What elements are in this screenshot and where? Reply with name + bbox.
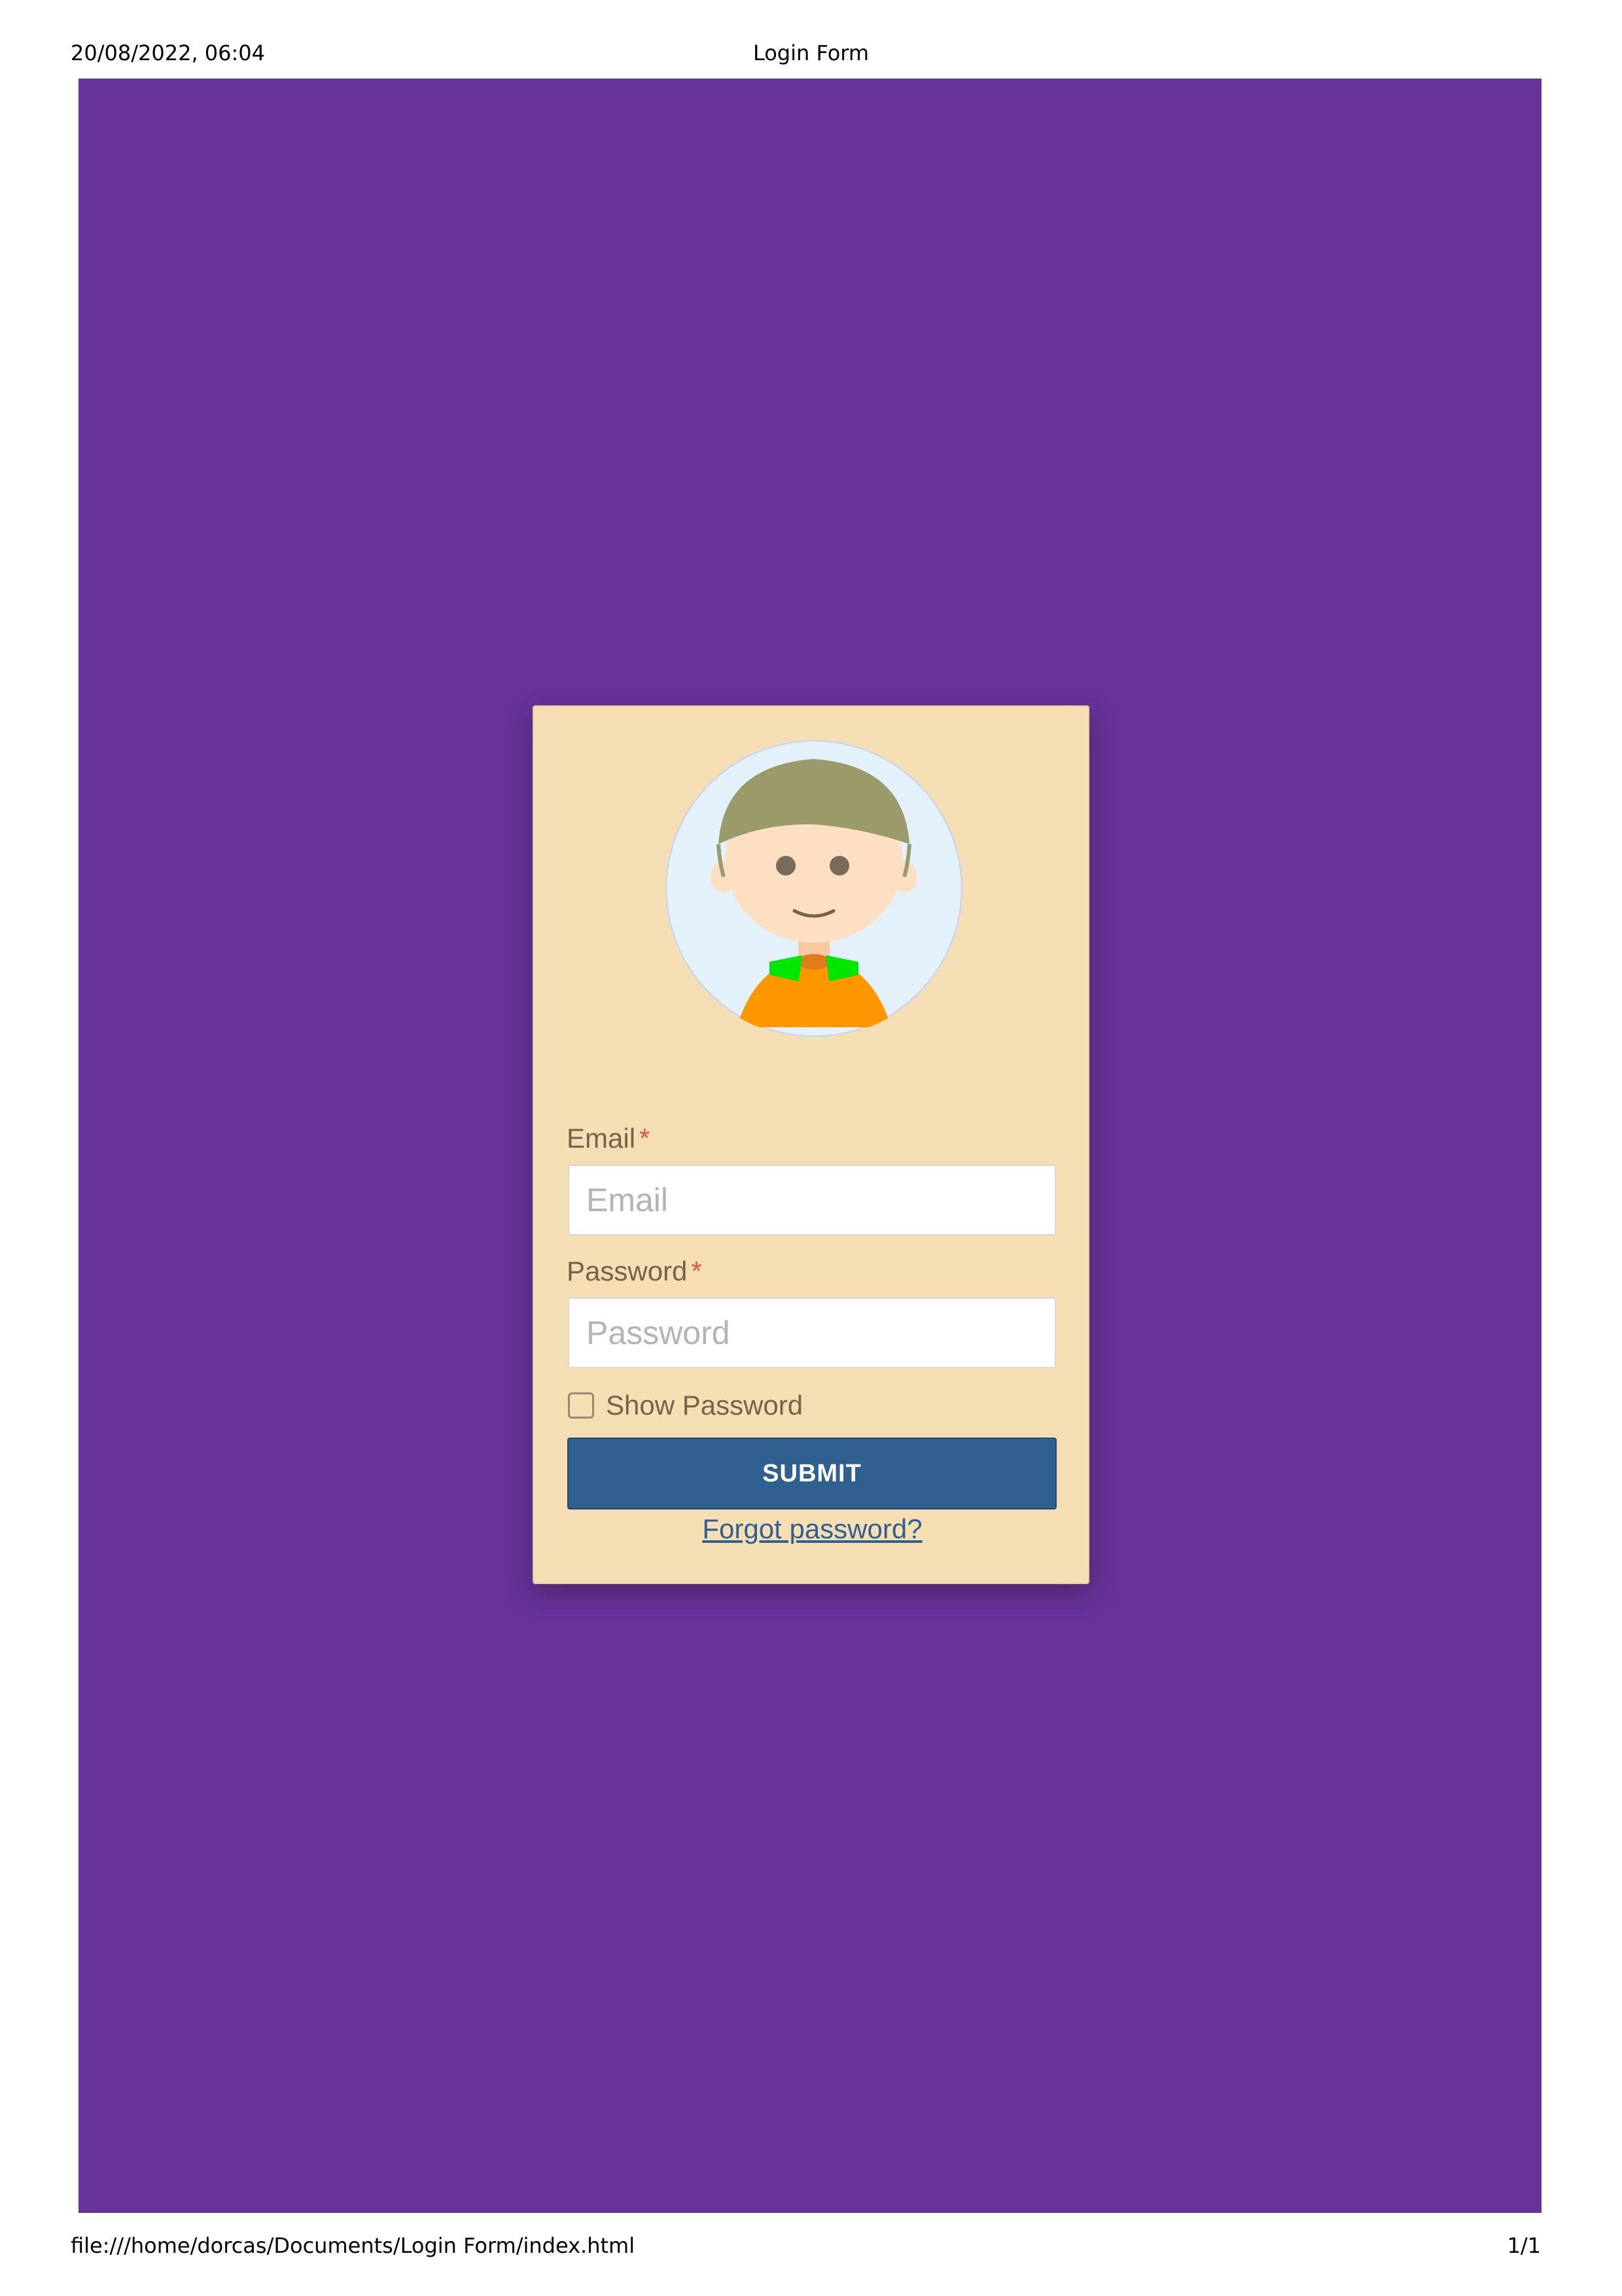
show-password-row[interactable]: Show Password bbox=[568, 1389, 803, 1422]
print-footer-file-path: file:///home/dorcas/Documents/Login Form… bbox=[71, 2233, 635, 2258]
show-password-label[interactable]: Show Password bbox=[606, 1390, 803, 1421]
email-required-marker: * bbox=[639, 1123, 650, 1154]
user-avatar-icon bbox=[665, 739, 963, 1038]
password-input[interactable] bbox=[568, 1298, 1056, 1368]
password-label: Password * bbox=[567, 1256, 702, 1287]
print-footer-page-count: 1/1 bbox=[1507, 2233, 1542, 2258]
login-card: Email* Password* Show Password SUBMIT Fo… bbox=[533, 705, 1089, 1584]
email-input[interactable] bbox=[568, 1165, 1056, 1235]
show-password-checkbox[interactable] bbox=[568, 1392, 594, 1419]
email-label-text: Email bbox=[567, 1123, 636, 1154]
email-label: Email * bbox=[567, 1123, 650, 1154]
print-header-title: Login Form bbox=[752, 41, 870, 65]
forgot-password-link[interactable]: Forgot password? bbox=[534, 1513, 1091, 1545]
submit-button[interactable]: SUBMIT bbox=[567, 1438, 1057, 1510]
password-label-text: Password bbox=[567, 1256, 688, 1286]
password-required-marker: * bbox=[691, 1256, 702, 1286]
